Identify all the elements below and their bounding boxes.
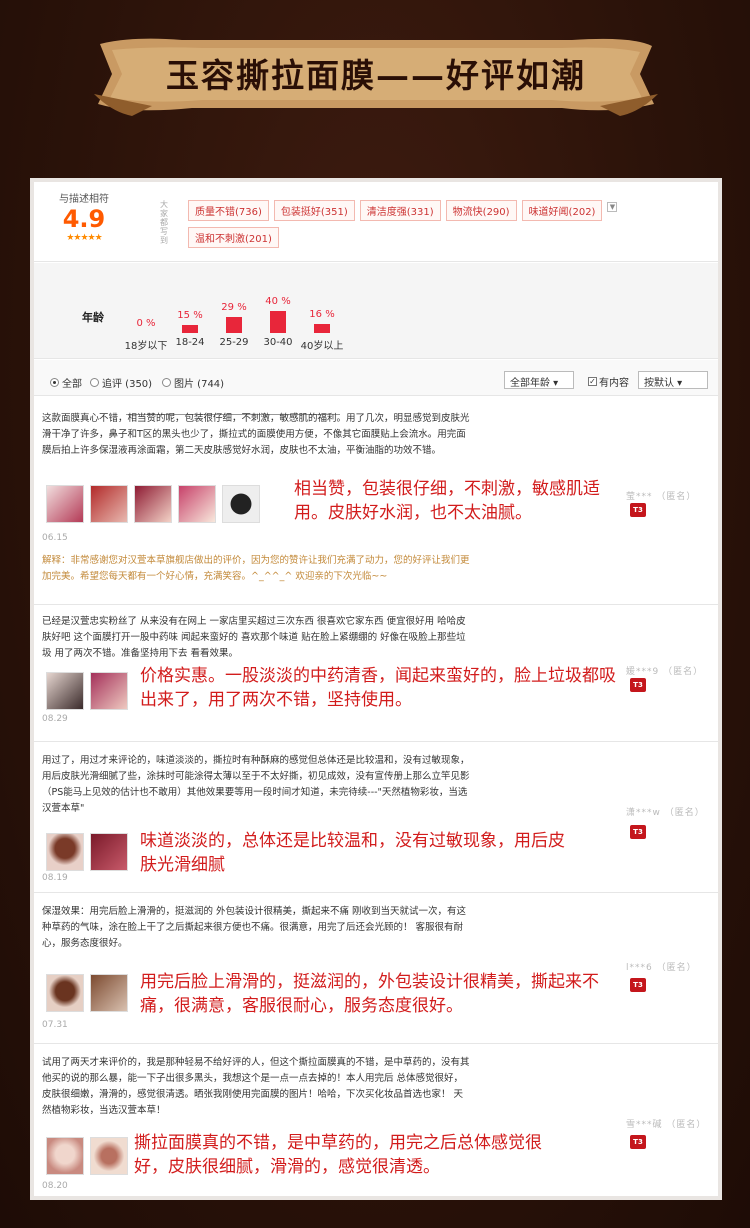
review-item: 保湿效果：用完后脸上滑滑的，挺滋润的 外包装设计很精美，撕起来不痛 刚收到当天就… bbox=[34, 894, 718, 1044]
age-bar-label: 40 % bbox=[265, 296, 291, 307]
impression-tag[interactable]: 温和不刺激(201) bbox=[188, 227, 279, 248]
score-box: 与描述相符 4.9 ★★★★★ bbox=[44, 190, 124, 243]
filter-photo-label: 图片 (744) bbox=[174, 379, 225, 390]
review-text: 保湿效果：用完后脸上滑滑的，挺滋润的 外包装设计很精美，撕起来不痛 刚收到当天就… bbox=[42, 906, 467, 949]
review-date: 08.19 bbox=[42, 873, 68, 883]
age-bar-label: 0 % bbox=[136, 318, 156, 329]
age-title: 年龄 bbox=[82, 311, 104, 324]
age-category-label: 18-24 bbox=[175, 337, 205, 348]
age-bar bbox=[270, 311, 286, 333]
age-bar bbox=[182, 325, 198, 333]
age-distribution: 年龄 0 % 18岁以下 15 % 18-24 29 % 25-29 40 % 30-40 16… bbox=[34, 263, 718, 415]
member-level-badge: T3 bbox=[630, 825, 646, 839]
review-highlight: 价格实惠。一股淡淡的中药清香，闻起来蛮好的，脸上垃圾都吸出来了，用了两次不错，坚… bbox=[140, 666, 616, 710]
review-text: 试用了两天才来评价的，我是那种轻易不给好评的人，但这个撕拉面膜真的不错，是中草药… bbox=[42, 1057, 470, 1116]
age-bar bbox=[226, 317, 242, 333]
seller-reply: 解释：非常感谢您对汉萱本草旗舰店做出的评价，因为您的赞许让我们充满了动力，您的好… bbox=[42, 555, 470, 582]
review-item: 这款面膜真心不错，相当赞的呢，包装很仔细，不刺激，敏感肌的福利。用了几次，明显感… bbox=[34, 397, 718, 605]
reviewer-name: 潇***w （匿名） bbox=[626, 808, 705, 818]
age-category-label: 30-40 bbox=[263, 337, 293, 348]
age-category-label: 18岁以下 bbox=[124, 341, 168, 352]
review-photo[interactable] bbox=[46, 833, 84, 871]
review-item: 试用了两天才来评价的，我是那种轻易不给好评的人，但这个撕拉面膜真的不错，是中草药… bbox=[34, 1045, 718, 1200]
review-highlight: 撕拉面膜真的不错，是中草药的，用完之后总体感觉很好，皮肤很细腻，滑滑的，感觉很清… bbox=[134, 1133, 542, 1177]
review-photo[interactable] bbox=[222, 485, 260, 523]
review-item: 用过了，用过才来评论的，味道淡淡的，撕拉时有种酥麻的感觉但总体还是比较温和，没有… bbox=[34, 743, 718, 893]
impression-tags: 质量不错(736) 包装挺好(351) 清洁度强(331) 物流快(290) 味道好闻(… bbox=[188, 200, 708, 254]
star-rating-icon: ★★★★★ bbox=[66, 233, 102, 243]
review-date: 08.29 bbox=[42, 714, 68, 724]
filter-all-radio[interactable]: 全部 bbox=[50, 375, 82, 390]
review-photo[interactable] bbox=[90, 974, 128, 1012]
chevron-down-icon[interactable]: ▼ bbox=[607, 202, 618, 212]
age-bar-label: 16 % bbox=[309, 309, 335, 320]
review-text: 已经是汉萱忠实粉丝了 从来没有在网上 一家店里买超过三次东西 很喜欢它家东西 便… bbox=[42, 616, 466, 659]
score-value: 4.9 bbox=[62, 205, 106, 233]
age-bar-label: 29 % bbox=[221, 302, 247, 313]
age-bar-label: 15 % bbox=[177, 310, 203, 321]
reviewer-name: l***6 （匿名） bbox=[626, 963, 697, 973]
review-photo[interactable] bbox=[46, 485, 84, 523]
radio-icon bbox=[162, 378, 171, 387]
radio-checked-icon bbox=[50, 378, 59, 387]
member-level-badge: T3 bbox=[630, 1135, 646, 1149]
review-photo[interactable] bbox=[90, 485, 128, 523]
review-date: 08.20 bbox=[42, 1181, 68, 1191]
score-label: 与描述相符 bbox=[59, 194, 109, 205]
has-content-label: 有内容 bbox=[599, 378, 629, 389]
reviewer-name: 媛***9 （匿名） bbox=[626, 667, 704, 677]
rating-summary: 与描述相符 4.9 ★★★★★ 大家都写到 质量不错(736) 包装挺好(351)… bbox=[34, 182, 718, 262]
review-photo[interactable] bbox=[178, 485, 216, 523]
reviews-panel: 与描述相符 4.9 ★★★★★ 大家都写到 质量不错(736) 包装挺好(351)… bbox=[30, 178, 722, 1200]
filter-append-radio[interactable]: 追评 (350) bbox=[90, 375, 152, 390]
filter-all-label: 全部 bbox=[62, 379, 82, 390]
review-photo[interactable] bbox=[46, 1137, 84, 1175]
review-photo[interactable] bbox=[90, 833, 128, 871]
checkbox-checked-icon: ✓ bbox=[588, 377, 597, 386]
filter-photo-radio[interactable]: 图片 (744) bbox=[162, 375, 224, 390]
member-level-badge: T3 bbox=[630, 503, 646, 517]
review-highlight: 味道淡淡的，总体还是比较温和，没有过敏现象，用后皮肤光滑细腻 bbox=[140, 831, 565, 875]
impression-tag[interactable]: 质量不错(736) bbox=[188, 200, 269, 221]
filter-append-label: 追评 (350) bbox=[102, 379, 153, 390]
impression-tag[interactable]: 清洁度强(331) bbox=[359, 200, 441, 221]
impression-tag[interactable]: 包装挺好(351) bbox=[273, 200, 355, 221]
review-text: 这款面膜真心不错，相当赞的呢，包装很仔细，不刺激，敏感肌的福利。用了几次，明显感… bbox=[42, 413, 470, 456]
age-bar bbox=[314, 324, 330, 333]
age-filter-select[interactable]: 全部年龄 ▾ bbox=[504, 371, 574, 389]
age-category-label: 25-29 bbox=[219, 337, 249, 348]
title-banner: 玉容撕拉面膜——好评如潮 bbox=[92, 34, 660, 124]
impression-tag[interactable]: 物流快(290) bbox=[445, 200, 517, 221]
review-photo[interactable] bbox=[90, 672, 128, 710]
has-content-checkbox[interactable]: ✓ 有内容 bbox=[588, 374, 629, 389]
filter-bar: 全部 追评 (350) 图片 (744) 全部年龄 ▾ ✓ 有内容 按默认 ▾ bbox=[34, 360, 718, 396]
radio-icon bbox=[90, 378, 99, 387]
review-photo[interactable] bbox=[46, 974, 84, 1012]
review-photo[interactable] bbox=[134, 485, 172, 523]
member-level-badge: T3 bbox=[630, 678, 646, 692]
member-level-badge: T3 bbox=[630, 978, 646, 992]
review-photo[interactable] bbox=[46, 672, 84, 710]
reviewer-name: 雪***碱 （匿名） bbox=[626, 1120, 707, 1130]
reviewer-name: 莹*** （匿名） bbox=[626, 492, 697, 502]
review-photo[interactable] bbox=[90, 1137, 128, 1175]
review-date: 06.15 bbox=[42, 533, 68, 543]
review-text: 用过了，用过才来评论的，味道淡淡的，撕拉时有种酥麻的感觉但总体还是比较温和，没有… bbox=[42, 755, 470, 814]
review-highlight: 相当赞，包装很仔细，不刺激，敏感肌适用。皮肤好水润，也不太油腻。 bbox=[294, 479, 600, 523]
sort-select[interactable]: 按默认 ▾ bbox=[638, 371, 708, 389]
impression-label: 大家都写到 bbox=[160, 200, 168, 245]
review-date: 07.31 bbox=[42, 1020, 68, 1030]
impression-tag[interactable]: 味道好闻(202) bbox=[521, 200, 603, 221]
review-highlight: 用完后脸上滑滑的，挺滋润的，外包装设计很精美，撕起来不痛，很满意，客服很耐心，服… bbox=[140, 972, 599, 1016]
banner-title: 玉容撕拉面膜——好评如潮 bbox=[166, 56, 586, 95]
review-item: 已经是汉萱忠实粉丝了 从来没有在网上 一家店里买超过三次东西 很喜欢它家东西 便… bbox=[34, 606, 718, 742]
age-category-label: 40岁以上 bbox=[300, 341, 344, 352]
